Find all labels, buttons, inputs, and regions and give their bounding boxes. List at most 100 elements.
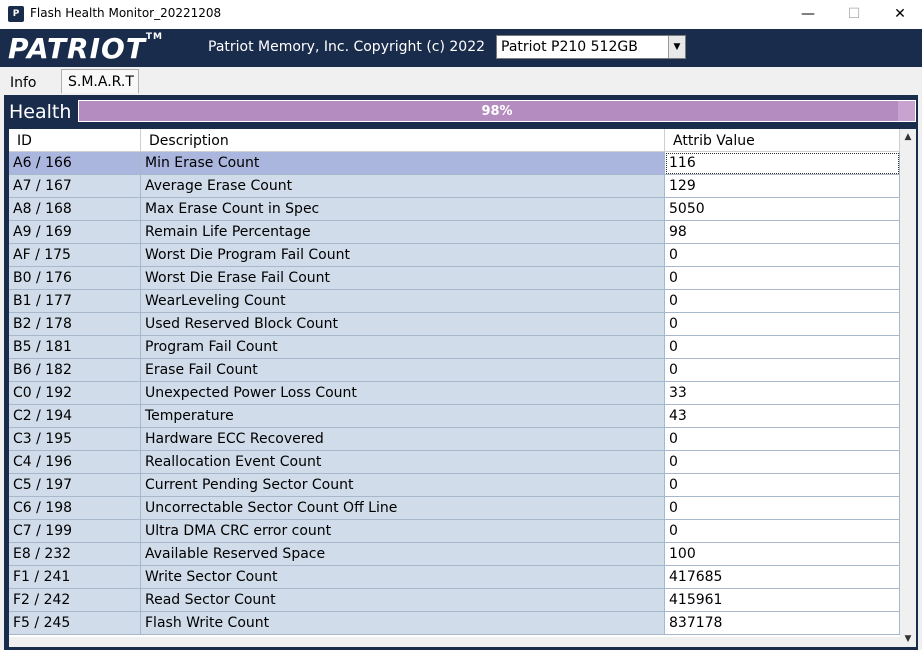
cell-id[interactable]: A7 / 167 <box>9 175 141 198</box>
column-header-description[interactable]: Description <box>141 129 665 152</box>
cell-id[interactable]: C7 / 199 <box>9 520 141 543</box>
copyright-text: Patriot Memory, Inc. Copyright (c) 2022 <box>208 39 486 55</box>
cell-attrib-value[interactable]: 33 <box>665 382 900 405</box>
table-row[interactable]: A7 / 167 Average Erase Count 129 <box>9 175 900 198</box>
cell-attrib-value[interactable]: 0 <box>665 313 900 336</box>
cell-id[interactable]: A8 / 168 <box>9 198 141 221</box>
cell-description[interactable]: Used Reserved Block Count <box>141 313 665 336</box>
table-row[interactable]: AF / 175 Worst Die Program Fail Count 0 <box>9 244 900 267</box>
cell-id[interactable]: E8 / 232 <box>9 543 141 566</box>
cell-attrib-value[interactable]: 0 <box>665 474 900 497</box>
table-row[interactable]: B0 / 176 Worst Die Erase Fail Count 0 <box>9 267 900 290</box>
cell-attrib-value[interactable]: 0 <box>665 336 900 359</box>
cell-description[interactable]: Worst Die Program Fail Count <box>141 244 665 267</box>
cell-attrib-value[interactable]: 0 <box>665 428 900 451</box>
table-row[interactable]: B5 / 181 Program Fail Count 0 <box>9 336 900 359</box>
cell-description[interactable]: Temperature <box>141 405 665 428</box>
cell-description[interactable]: Current Pending Sector Count <box>141 474 665 497</box>
table-row[interactable]: C2 / 194 Temperature 43 <box>9 405 900 428</box>
cell-description[interactable]: Remain Life Percentage <box>141 221 665 244</box>
cell-description[interactable]: Unexpected Power Loss Count <box>141 382 665 405</box>
cell-attrib-value[interactable]: 415961 <box>665 589 900 612</box>
cell-attrib-value[interactable]: 0 <box>665 520 900 543</box>
cell-id[interactable]: B1 / 177 <box>9 290 141 313</box>
table-row[interactable]: C0 / 192 Unexpected Power Loss Count 33 <box>9 382 900 405</box>
cell-attrib-value[interactable]: 5050 <box>665 198 900 221</box>
cell-id[interactable]: C0 / 192 <box>9 382 141 405</box>
cell-id[interactable]: B5 / 181 <box>9 336 141 359</box>
cell-id[interactable]: AF / 175 <box>9 244 141 267</box>
cell-description[interactable]: Uncorrectable Sector Count Off Line <box>141 497 665 520</box>
table-row[interactable]: F5 / 245 Flash Write Count 837178 <box>9 612 900 635</box>
tab-smart[interactable]: S.M.A.R.T <box>61 69 139 93</box>
cell-id[interactable]: A9 / 169 <box>9 221 141 244</box>
cell-description[interactable]: Max Erase Count in Spec <box>141 198 665 221</box>
table-row[interactable]: C6 / 198 Uncorrectable Sector Count Off L… <box>9 497 900 520</box>
cell-description[interactable]: WearLeveling Count <box>141 290 665 313</box>
cell-attrib-value[interactable]: 98 <box>665 221 900 244</box>
cell-id[interactable]: B0 / 176 <box>9 267 141 290</box>
table-row[interactable]: B6 / 182 Erase Fail Count 0 <box>9 359 900 382</box>
table-row[interactable]: C5 / 197 Current Pending Sector Count 0 <box>9 474 900 497</box>
scroll-down-icon[interactable]: ▼ <box>900 631 916 647</box>
table-row[interactable]: C4 / 196 Reallocation Event Count 0 <box>9 451 900 474</box>
table-row[interactable]: F2 / 242 Read Sector Count 415961 <box>9 589 900 612</box>
health-label: Health <box>9 101 72 123</box>
table-row[interactable]: C7 / 199 Ultra DMA CRC error count 0 <box>9 520 900 543</box>
cell-description[interactable]: Reallocation Event Count <box>141 451 665 474</box>
maximize-button[interactable]: ☐ <box>831 0 877 29</box>
cell-id[interactable]: C4 / 196 <box>9 451 141 474</box>
cell-attrib-value[interactable]: 116 <box>665 152 900 175</box>
chevron-down-icon[interactable]: ▼ <box>668 36 685 58</box>
scroll-up-icon[interactable]: ▲ <box>900 129 916 145</box>
cell-attrib-value[interactable]: 129 <box>665 175 900 198</box>
table-row[interactable]: A8 / 168 Max Erase Count in Spec 5050 <box>9 198 900 221</box>
device-dropdown[interactable]: Patriot P210 512GB ▼ <box>496 35 686 59</box>
cell-description[interactable]: Program Fail Count <box>141 336 665 359</box>
cell-id[interactable]: F2 / 242 <box>9 589 141 612</box>
cell-attrib-value[interactable]: 0 <box>665 267 900 290</box>
cell-description[interactable]: Write Sector Count <box>141 566 665 589</box>
cell-attrib-value[interactable]: 43 <box>665 405 900 428</box>
table-row[interactable]: A6 / 166 Min Erase Count 116 <box>9 152 900 175</box>
table-row[interactable]: A9 / 169 Remain Life Percentage 98 <box>9 221 900 244</box>
cell-id[interactable]: B2 / 178 <box>9 313 141 336</box>
cell-attrib-value[interactable]: 0 <box>665 497 900 520</box>
cell-attrib-value[interactable]: 0 <box>665 290 900 313</box>
cell-description[interactable]: Erase Fail Count <box>141 359 665 382</box>
cell-attrib-value[interactable]: 0 <box>665 244 900 267</box>
table-row[interactable]: C3 / 195 Hardware ECC Recovered 0 <box>9 428 900 451</box>
column-header-id[interactable]: ID <box>9 129 141 152</box>
table-row[interactable]: B2 / 178 Used Reserved Block Count 0 <box>9 313 900 336</box>
tab-info[interactable]: Info <box>4 71 60 95</box>
cell-id[interactable]: B6 / 182 <box>9 359 141 382</box>
cell-description[interactable]: Available Reserved Space <box>141 543 665 566</box>
table-row[interactable]: B1 / 177 WearLeveling Count 0 <box>9 290 900 313</box>
cell-attrib-value[interactable]: 0 <box>665 451 900 474</box>
cell-attrib-value[interactable]: 0 <box>665 359 900 382</box>
cell-description[interactable]: Read Sector Count <box>141 589 665 612</box>
cell-id[interactable]: C5 / 197 <box>9 474 141 497</box>
smart-table: ID Description Attrib Value A6 / 166 Min … <box>9 129 900 637</box>
cell-id[interactable]: A6 / 166 <box>9 152 141 175</box>
table-row[interactable]: F1 / 241 Write Sector Count 417685 <box>9 566 900 589</box>
cell-description[interactable]: Flash Write Count <box>141 612 665 635</box>
cell-description[interactable]: Worst Die Erase Fail Count <box>141 267 665 290</box>
cell-attrib-value[interactable]: 837178 <box>665 612 900 635</box>
close-button[interactable]: ✕ <box>877 0 922 29</box>
column-header-attrib-value[interactable]: Attrib Value <box>665 129 900 152</box>
cell-description[interactable]: Ultra DMA CRC error count <box>141 520 665 543</box>
table-row[interactable]: E8 / 232 Available Reserved Space 100 <box>9 543 900 566</box>
cell-id[interactable]: C3 / 195 <box>9 428 141 451</box>
cell-id[interactable]: F5 / 245 <box>9 612 141 635</box>
cell-id[interactable]: F1 / 241 <box>9 566 141 589</box>
minimize-button[interactable]: — <box>785 0 831 29</box>
cell-description[interactable]: Min Erase Count <box>141 152 665 175</box>
cell-id[interactable]: C2 / 194 <box>9 405 141 428</box>
cell-description[interactable]: Hardware ECC Recovered <box>141 428 665 451</box>
cell-attrib-value[interactable]: 417685 <box>665 566 900 589</box>
vertical-scrollbar[interactable]: ▲ ▼ <box>900 129 916 647</box>
cell-description[interactable]: Average Erase Count <box>141 175 665 198</box>
cell-attrib-value[interactable]: 100 <box>665 543 900 566</box>
cell-id[interactable]: C6 / 198 <box>9 497 141 520</box>
